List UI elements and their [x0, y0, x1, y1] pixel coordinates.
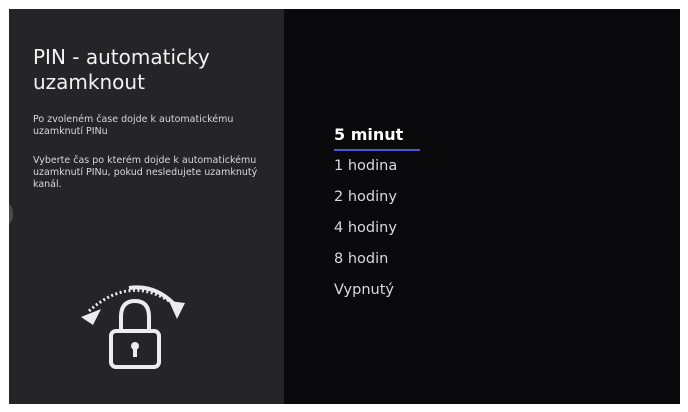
- timeout-options-list: 5 minut 1 hodina 2 hodiny 4 hodiny 8 hod…: [334, 125, 494, 311]
- option-vypnuty[interactable]: Vypnutý: [334, 280, 494, 311]
- option-8-hodin[interactable]: 8 hodin: [334, 249, 494, 280]
- panel-edge-indicator: [9, 202, 13, 226]
- description-short: Po zvoleném čase dojde k automatickému u…: [33, 114, 234, 137]
- lock-icon: [109, 298, 161, 369]
- page-title: PIN - automaticky uzamknout: [33, 45, 210, 94]
- option-5-minut[interactable]: 5 minut: [334, 125, 494, 156]
- rotate-arrow-icon: [81, 285, 185, 325]
- auto-lock-illustration: [81, 285, 185, 369]
- description-long: Vyberte čas po kterém dojde k automatick…: [33, 155, 258, 190]
- option-2-hodiny[interactable]: 2 hodiny: [334, 187, 494, 218]
- option-1-hodina[interactable]: 1 hodina: [334, 156, 494, 187]
- option-4-hodiny[interactable]: 4 hodiny: [334, 218, 494, 249]
- info-panel: PIN - automaticky uzamknout Po zvoleném …: [9, 9, 284, 404]
- settings-screen: PIN - automaticky uzamknout Po zvoleném …: [9, 9, 680, 404]
